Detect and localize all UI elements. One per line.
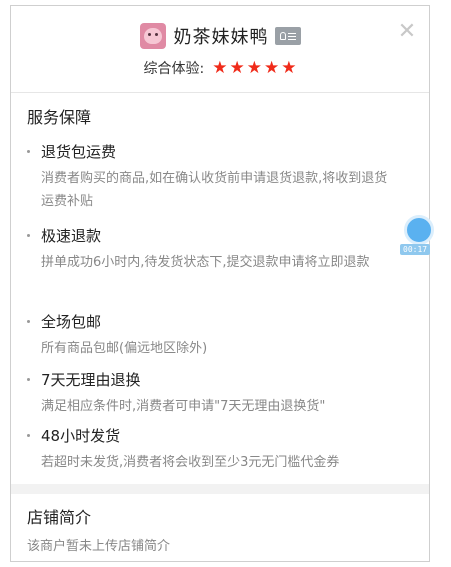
divider [11, 484, 429, 494]
rating-label: 综合体验: [143, 61, 205, 77]
bullet-icon [27, 434, 30, 437]
bullet-icon [27, 378, 30, 381]
service-item-title: 极速退款 [41, 227, 102, 245]
bullet-icon [27, 234, 30, 237]
service-item-desc: 若超时未发货,消费者将会收到至少3元无门槛代金券 [41, 455, 340, 470]
service-item-title: 全场包邮 [41, 313, 102, 331]
section-title: 服务保障 [27, 108, 92, 127]
service-item-title: 退货包运费 [41, 143, 117, 161]
intro-desc: 该商户暂未上传店铺简介 [27, 539, 171, 554]
contact-card-icon[interactable] [274, 27, 301, 45]
star-icon: ★ [212, 57, 228, 78]
service-item-desc: 所有商品包邮(偏远地区除外) [41, 341, 208, 356]
service-item-desc: 拼单成功6小时内,待发货状态下,提交退款申请将立即退款 [41, 255, 370, 270]
star-icon: ★ [229, 57, 245, 78]
star-icon: ★ [281, 57, 297, 78]
service-item-desc: 满足相应条件时,消费者可申请"7天无理由退换货" [41, 399, 326, 414]
close-icon[interactable]: ✕ [397, 21, 417, 43]
shop-row: 奶茶妹妹鸭 [11, 20, 429, 52]
star-icon: ★ [246, 57, 262, 78]
shop-name: 奶茶妹妹鸭 [173, 27, 269, 48]
bullet-icon [27, 150, 30, 153]
star-icon: ★ [263, 57, 280, 78]
service-item-title: 7天无理由退换 [41, 371, 141, 389]
shop-service-panel: 奶茶妹妹鸭 ✕ 综合体验: ★ ★ ★ ★ ★ 服务保障 退货包运费 消费者购买的商品,… [10, 5, 430, 562]
shop-avatar [139, 23, 166, 49]
bullet-icon [27, 320, 30, 323]
panel-header: 奶茶妹妹鸭 ✕ 综合体验: ★ ★ ★ ★ ★ [11, 6, 429, 96]
intro-title: 店铺简介 [27, 508, 92, 527]
service-item-title: 48小时发货 [41, 427, 121, 445]
rating-stars: ★ ★ ★ ★ ★ [212, 57, 297, 78]
rating-row: 综合体验: ★ ★ ★ ★ ★ [11, 56, 429, 80]
floating-timer: 00:17 [400, 244, 431, 255]
divider [11, 92, 429, 93]
floating-record-button[interactable] [404, 215, 434, 245]
service-item-desc: 消费者购买的商品,如在确认收货前申请退货退款,将收到退货运费补贴 [41, 171, 388, 209]
